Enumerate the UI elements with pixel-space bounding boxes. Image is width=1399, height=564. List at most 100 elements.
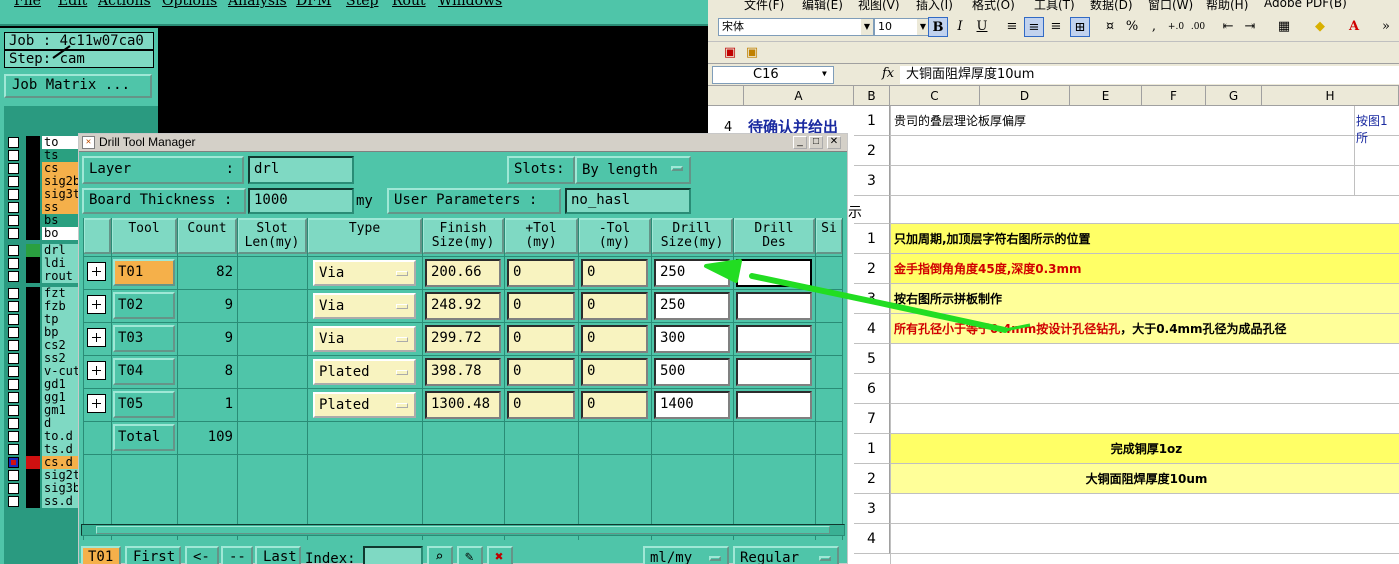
drill-size-field[interactable]: 1400 bbox=[654, 391, 730, 419]
layer-checkbox[interactable] bbox=[8, 418, 19, 429]
excel-menu-item[interactable]: 编辑(E) bbox=[802, 0, 843, 12]
finish-size-field[interactable]: 1300.48 bbox=[425, 391, 501, 419]
percent-icon[interactable]: % bbox=[1122, 17, 1142, 37]
layer-checkbox[interactable] bbox=[8, 444, 19, 455]
layer-checkbox[interactable] bbox=[8, 189, 19, 200]
layer-checkbox[interactable] bbox=[8, 176, 19, 187]
plus-tol-field[interactable]: 0 bbox=[507, 325, 575, 353]
cam-menu-file[interactable]: File bbox=[14, 0, 41, 9]
layer-checkbox[interactable] bbox=[8, 327, 19, 338]
borders-icon[interactable]: ▦ bbox=[1274, 17, 1294, 37]
layer-checkbox[interactable] bbox=[8, 163, 19, 174]
expand-icon[interactable] bbox=[87, 328, 106, 347]
minus-tol-field[interactable]: 0 bbox=[581, 391, 648, 419]
expand-icon[interactable] bbox=[87, 262, 106, 281]
plus-tol-field[interactable]: 0 bbox=[507, 358, 575, 386]
cell-text[interactable] bbox=[890, 404, 1399, 434]
cam-menu-dfm[interactable]: DFM bbox=[296, 0, 331, 9]
type-dropdown[interactable]: Via bbox=[313, 260, 416, 286]
user-parameters-button[interactable]: User Parameters : bbox=[387, 188, 561, 214]
fill-color-icon[interactable]: ◆ bbox=[1310, 17, 1330, 37]
cam-menu-actions[interactable]: Actions bbox=[98, 0, 151, 9]
layer-checkbox[interactable] bbox=[8, 150, 19, 161]
slots-dropdown[interactable]: By length bbox=[575, 156, 691, 184]
column-header-f[interactable]: F bbox=[1142, 86, 1206, 106]
column-header-b[interactable]: B bbox=[854, 86, 890, 106]
layer-checkbox[interactable] bbox=[8, 271, 19, 282]
layer-name[interactable]: gg1 bbox=[42, 391, 78, 404]
layer-name[interactable]: fzb bbox=[42, 300, 78, 313]
finish-size-field[interactable]: 248.92 bbox=[425, 292, 501, 320]
minimize-icon[interactable]: _ bbox=[793, 136, 807, 149]
excel-menu-item[interactable]: 窗口(W) bbox=[1148, 0, 1193, 12]
column-header-h[interactable]: H bbox=[1262, 86, 1399, 106]
column-header-e[interactable]: E bbox=[1070, 86, 1142, 106]
cell-text[interactable]: 贵司的叠层理论板厚偏厚 bbox=[890, 106, 1399, 136]
layer-name[interactable]: gm1 bbox=[42, 404, 78, 417]
layer-name[interactable]: sig3b bbox=[42, 482, 78, 495]
layer-name[interactable]: ldi bbox=[42, 257, 78, 270]
type-dropdown[interactable]: Plated bbox=[313, 392, 416, 418]
layer-checkbox[interactable] bbox=[8, 405, 19, 416]
layer-checkbox[interactable] bbox=[8, 301, 19, 312]
type-dropdown[interactable]: Plated bbox=[313, 359, 416, 385]
plus-tol-field[interactable]: 0 bbox=[507, 292, 575, 320]
finish-size-field[interactable]: 200.66 bbox=[425, 259, 501, 287]
excel-menu-item[interactable]: 帮助(H) bbox=[1206, 0, 1248, 12]
column-header-c[interactable]: C bbox=[890, 86, 980, 106]
align-center-icon[interactable]: ≡ bbox=[1024, 17, 1044, 37]
drill-des-field[interactable] bbox=[736, 259, 812, 287]
cam-menu-rout[interactable]: Rout bbox=[392, 0, 426, 9]
formula-input[interactable]: 大铜面阻焊厚度10um bbox=[900, 66, 1399, 84]
layer-name[interactable]: sig2t bbox=[42, 469, 78, 482]
layer-name[interactable]: cs.d bbox=[42, 456, 78, 469]
layer-checkbox[interactable] bbox=[8, 314, 19, 325]
units-dropdown[interactable]: ml/my bbox=[643, 546, 729, 564]
layer-name[interactable]: cs2 bbox=[42, 339, 78, 352]
font-name-combo[interactable]: 宋体 ▼ bbox=[718, 18, 874, 36]
drill-size-field[interactable]: 300 bbox=[654, 325, 730, 353]
cell-text[interactable]: 按右图所示拼板制作 bbox=[890, 284, 1399, 314]
name-box[interactable]: C16 bbox=[712, 66, 834, 84]
plus-tol-field[interactable]: 0 bbox=[507, 391, 575, 419]
increase-indent-icon[interactable]: ⇥ bbox=[1240, 17, 1260, 37]
cam-menu-options[interactable]: Options bbox=[162, 0, 217, 9]
cell-text[interactable] bbox=[890, 344, 1399, 374]
column-header-a[interactable]: A bbox=[744, 86, 854, 106]
layer-name[interactable]: d bbox=[42, 417, 78, 430]
close-icon[interactable]: ✕ bbox=[827, 136, 841, 149]
cell-text[interactable]: 只加周期,加顶层字符右图所示的位置 bbox=[890, 224, 1399, 254]
expand-icon[interactable] bbox=[87, 394, 106, 413]
tool-button[interactable]: T03 bbox=[113, 325, 175, 352]
type-dropdown[interactable]: Via bbox=[313, 293, 416, 319]
tool-button[interactable]: T01 bbox=[113, 259, 175, 286]
scrollbar-thumb[interactable] bbox=[96, 526, 830, 534]
layer-name[interactable]: bp bbox=[42, 326, 78, 339]
layer-name[interactable]: fzt bbox=[42, 287, 78, 300]
cell-text[interactable] bbox=[890, 494, 1399, 524]
minus-tol-field[interactable]: 0 bbox=[581, 259, 648, 287]
layer-name[interactable]: gd1 bbox=[42, 378, 78, 391]
layer-checkbox[interactable] bbox=[8, 470, 19, 481]
finish-size-field[interactable]: 299.72 bbox=[425, 325, 501, 353]
next-button[interactable]: --> bbox=[221, 546, 253, 564]
layer-checkbox[interactable] bbox=[8, 379, 19, 390]
excel-menu-item[interactable]: 视图(V) bbox=[858, 0, 900, 12]
minus-tol-field[interactable]: 0 bbox=[581, 325, 648, 353]
expand-icon[interactable] bbox=[87, 361, 106, 380]
layer-checkbox[interactable] bbox=[8, 137, 19, 148]
plus-tol-field[interactable]: 0 bbox=[507, 259, 575, 287]
finish-size-field[interactable]: 398.78 bbox=[425, 358, 501, 386]
drill-des-field[interactable] bbox=[736, 292, 812, 320]
drill-size-field[interactable]: 250 bbox=[654, 292, 730, 320]
cam-menu-edit[interactable]: Edit bbox=[58, 0, 87, 9]
prev-button[interactable]: <-- bbox=[185, 546, 219, 564]
excel-menu-item[interactable]: 格式(O) bbox=[972, 0, 1015, 12]
layer-checkbox[interactable] bbox=[8, 353, 19, 364]
excel-menu-item[interactable]: Adobe PDF(B) bbox=[1264, 0, 1347, 10]
layer-checkbox[interactable] bbox=[8, 457, 19, 468]
layer-checkbox[interactable] bbox=[8, 245, 19, 256]
drill-des-field[interactable] bbox=[736, 391, 812, 419]
layer-checkbox[interactable] bbox=[8, 202, 19, 213]
layer-name[interactable]: drl bbox=[42, 244, 78, 257]
